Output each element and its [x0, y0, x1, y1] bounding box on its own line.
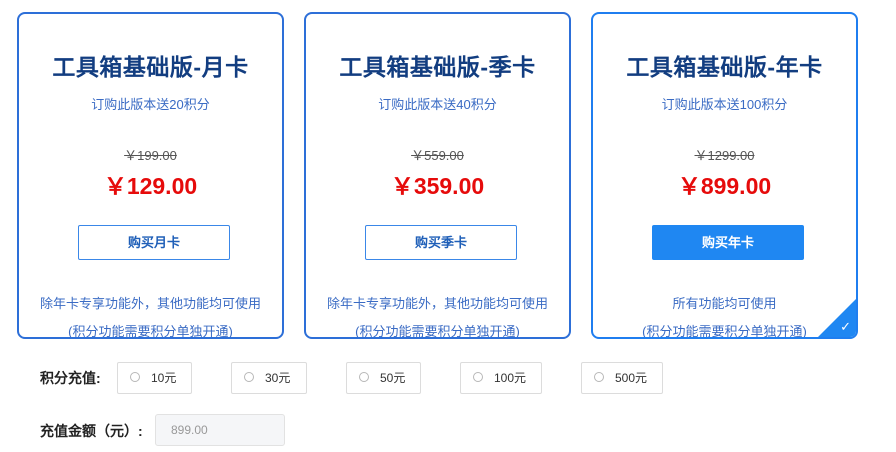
radio-icon[interactable]: [594, 372, 604, 382]
plan-title: 工具箱基础版-季卡: [339, 54, 536, 80]
buy-monthly-button[interactable]: 购买月卡: [78, 225, 230, 260]
recharge-option-50[interactable]: 50元: [346, 362, 421, 394]
plan-description: 所有功能均可使用: [672, 296, 777, 311]
plan-title: 工具箱基础版-年卡: [626, 54, 823, 80]
plan-bonus-text: 订购此版本送100积分: [661, 97, 788, 112]
recharge-option-label: 100元: [494, 371, 527, 385]
radio-icon[interactable]: [244, 372, 254, 382]
plan-original-price: ￥1299.00: [694, 148, 755, 163]
radio-icon[interactable]: [359, 372, 369, 382]
recharge-option-100[interactable]: 100元: [460, 362, 542, 394]
plan-card-yearly[interactable]: 工具箱基础版-年卡 订购此版本送100积分 ￥1299.00 ￥899.00 购…: [591, 12, 858, 339]
recharge-option-500[interactable]: 500元: [581, 362, 663, 394]
plan-price: ￥359.00: [390, 173, 485, 199]
plan-card-quarterly[interactable]: 工具箱基础版-季卡 订购此版本送40积分 ￥559.00 ￥359.00 购买季…: [304, 12, 571, 339]
amount-input[interactable]: 899.00: [155, 414, 285, 446]
radio-icon[interactable]: [130, 372, 140, 382]
plan-card-monthly[interactable]: 工具箱基础版-月卡 订购此版本送20积分 ￥199.00 ￥129.00 购买月…: [17, 12, 284, 339]
plan-bonus-text: 订购此版本送40积分: [378, 97, 497, 112]
recharge-option-label: 30元: [265, 371, 291, 385]
recharge-option-10[interactable]: 10元: [117, 362, 192, 394]
recharge-option-30[interactable]: 30元: [231, 362, 307, 394]
plan-note: (积分功能需要积分单独开通): [68, 324, 233, 339]
plan-description: 除年卡专享功能外，其他功能均可使用: [326, 296, 548, 311]
buy-yearly-button[interactable]: 购买年卡: [652, 225, 804, 260]
plan-note: (积分功能需要积分单独开通): [642, 324, 807, 339]
recharge-label: 积分充值:: [40, 370, 101, 386]
plan-note: (积分功能需要积分单独开通): [355, 324, 520, 339]
plan-price: ￥899.00: [677, 173, 772, 199]
check-icon: ✓: [840, 319, 851, 334]
plan-original-price: ￥199.00: [124, 148, 177, 163]
radio-icon[interactable]: [473, 372, 483, 382]
recharge-option-label: 10元: [151, 371, 177, 385]
plan-price: ￥129.00: [103, 173, 198, 199]
amount-label: 充值金额（元）:: [40, 423, 143, 439]
plan-bonus-text: 订购此版本送20积分: [91, 97, 210, 112]
recharge-option-label: 50元: [380, 371, 406, 385]
buy-quarterly-button[interactable]: 购买季卡: [365, 225, 517, 260]
plan-original-price: ￥559.00: [411, 148, 464, 163]
plan-description: 除年卡专享功能外，其他功能均可使用: [39, 296, 261, 311]
plan-title: 工具箱基础版-月卡: [52, 54, 249, 80]
recharge-option-label: 500元: [615, 371, 648, 385]
